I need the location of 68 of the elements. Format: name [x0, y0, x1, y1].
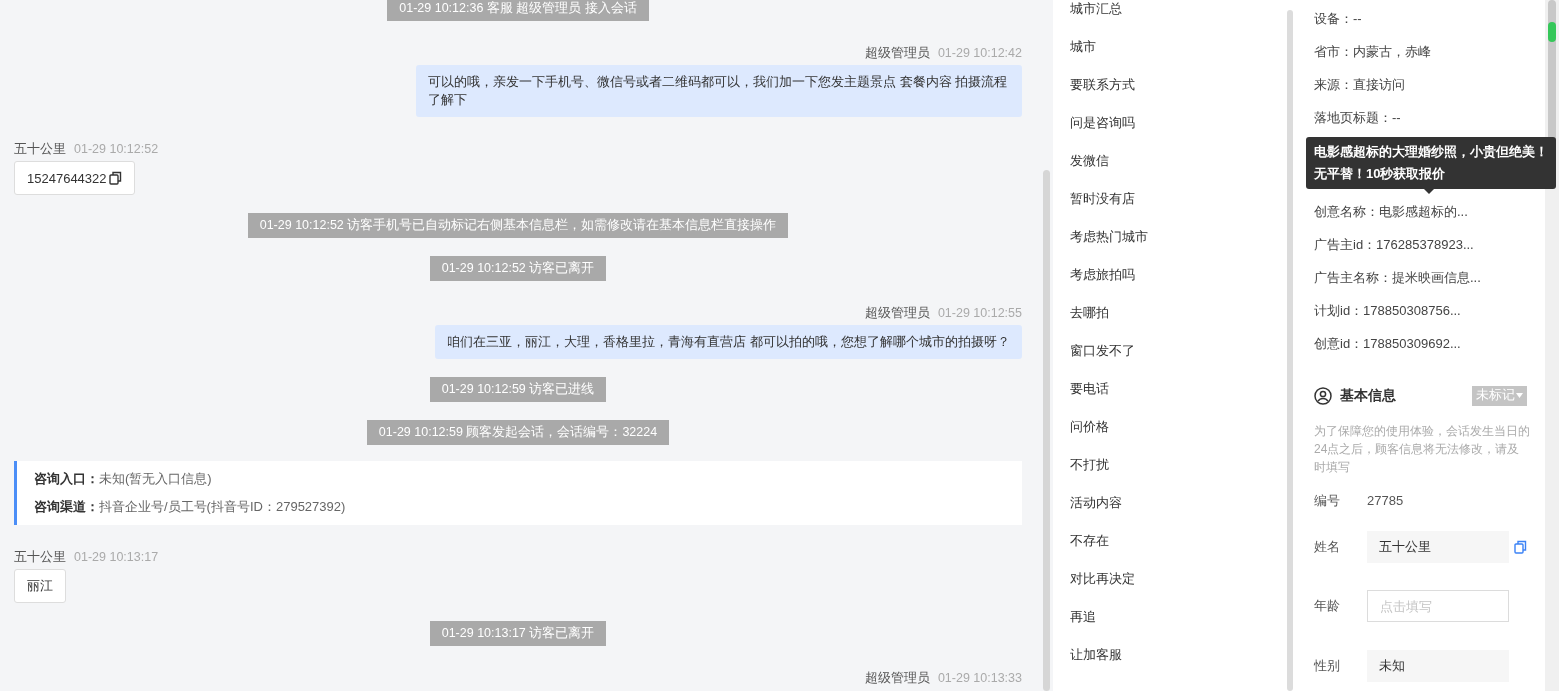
info-label: 咨询入口：: [34, 470, 99, 488]
visitor-message: 15247644322: [14, 161, 135, 195]
agent-message: 可以的哦，亲发一下手机号、微信号或者二维码都可以，我们加一下您发主题景点 套餐内容 拍摄流程了解下: [416, 65, 1022, 117]
quick-tag-item[interactable]: 发微信: [1070, 142, 1287, 180]
quick-tag-item[interactable]: 再追: [1070, 598, 1287, 636]
agent-message: 咱们在三亚，丽江，大理，香格里拉，青海有直营店 都可以拍的哦，您想了解哪个城市的拍摄呀？: [435, 325, 1022, 359]
info-value: 抖音企业号/员工号(抖音号ID：279527392): [99, 498, 346, 516]
system-message: 01-29 10:12:36 客服 超级管理员 接入会话: [387, 0, 649, 21]
scroll-indicator: [1548, 22, 1556, 42]
user-circle-icon: [1314, 386, 1332, 405]
quick-tag-item[interactable]: 考虑热门城市: [1070, 218, 1287, 256]
quick-tag-item[interactable]: 要联系方式: [1070, 66, 1287, 104]
sender-name: 超级管理员: [864, 45, 930, 61]
detail-row-text: 广告主名称：提米映画信息...: [1314, 268, 1482, 287]
quick-tag-item[interactable]: 去哪拍: [1070, 294, 1287, 332]
detail-row-text: 创意id：178850309692...: [1314, 334, 1462, 353]
message-time: 01-29 10:12:52: [74, 141, 159, 157]
quick-tag-item[interactable]: 城市汇总: [1070, 0, 1287, 28]
system-message: 01-29 10:12:52 访客手机号已自动标记右侧基本信息栏，如需修改请在基本信息栏直接操作: [247, 213, 789, 238]
quick-tag-item[interactable]: 问价格: [1070, 408, 1287, 446]
message-time: 01-29 10:12:55: [937, 305, 1022, 321]
detail-row-text: 广告主id：176285378923...: [1314, 235, 1475, 254]
tooltip-pointer: [1424, 189, 1434, 194]
detail-row-text: 设备：--: [1314, 10, 1363, 28]
detail-row-text: 落地页标题：--: [1314, 109, 1402, 127]
quick-tag-item[interactable]: 城市: [1070, 28, 1287, 66]
field-label: 性别: [1314, 657, 1341, 676]
message-time: 01-29 10:13:17: [74, 549, 159, 565]
quick-tag-item[interactable]: 窗口发不了: [1070, 332, 1287, 370]
system-message: 01-29 10:12:52 访客已离开: [429, 256, 607, 281]
sender-name: 超级管理员: [864, 670, 930, 686]
message-time: 01-29 10:12:42: [937, 45, 1022, 61]
detail-row-text: 创意名称：电影感超标的...: [1314, 202, 1469, 221]
visitor-message: 丽江: [14, 569, 66, 603]
quick-tag-item[interactable]: 要电话: [1070, 370, 1287, 408]
quick-tag-item[interactable]: 不打扰: [1070, 446, 1287, 484]
detail-row-text: 省市：内蒙古，赤峰: [1314, 43, 1432, 61]
notice-text: 为了保障您的使用体验，会话发生当日的24点之后，顾客信息将无法修改，请及时填写: [1314, 422, 1530, 476]
detail-row-text: 计划id：178850308756...: [1314, 301, 1462, 320]
field-label: 姓名: [1314, 537, 1341, 556]
quick-tag-item[interactable]: 不存在: [1070, 522, 1287, 560]
system-message: 01-29 10:12:59 访客已进线: [429, 377, 607, 402]
quick-tag-item[interactable]: 暂时没有店: [1070, 180, 1287, 218]
quick-tag-item[interactable]: 对比再决定: [1070, 560, 1287, 598]
field-label: 年龄: [1314, 597, 1341, 616]
field-value: 27785: [1367, 493, 1404, 509]
sender-name: 五十公里: [14, 141, 66, 157]
system-message: 01-29 10:12:59 顾客发起会话，会话编号：32224: [366, 420, 670, 445]
quick-tag-item[interactable]: 考虑旅拍吗: [1070, 256, 1287, 294]
tooltip: 电影感超标的大理婚纱照，小贵但绝美！无平替！10秒获取报价: [1306, 137, 1556, 189]
detail-row-text: 来源：直接访问: [1314, 76, 1406, 94]
copy-icon[interactable]: [108, 171, 122, 185]
quick-tag-item[interactable]: 问是咨询吗: [1070, 104, 1287, 142]
quick-tag-item[interactable]: 活动内容: [1070, 484, 1287, 522]
readonly-field: 未知: [1367, 650, 1509, 683]
info-label: 咨询渠道：: [34, 498, 99, 516]
info-value: 未知(暂无入口信息): [99, 470, 212, 488]
sender-name: 五十公里: [14, 549, 66, 565]
message-time: 01-29 10:13:33: [937, 670, 1022, 686]
scrollbar-thumb[interactable]: [1043, 170, 1050, 691]
quick-tag-item[interactable]: 让加客服: [1070, 636, 1287, 674]
field-label: 编号: [1314, 491, 1341, 510]
system-message: 01-29 10:13:17 访客已离开: [429, 621, 607, 646]
readonly-field: 五十公里: [1367, 530, 1509, 563]
scrollbar-thumb[interactable]: [1287, 10, 1293, 691]
caret-icon: [1516, 393, 1523, 399]
sender-name: 超级管理员: [864, 305, 930, 321]
section-title: 基本信息: [1340, 386, 1397, 405]
